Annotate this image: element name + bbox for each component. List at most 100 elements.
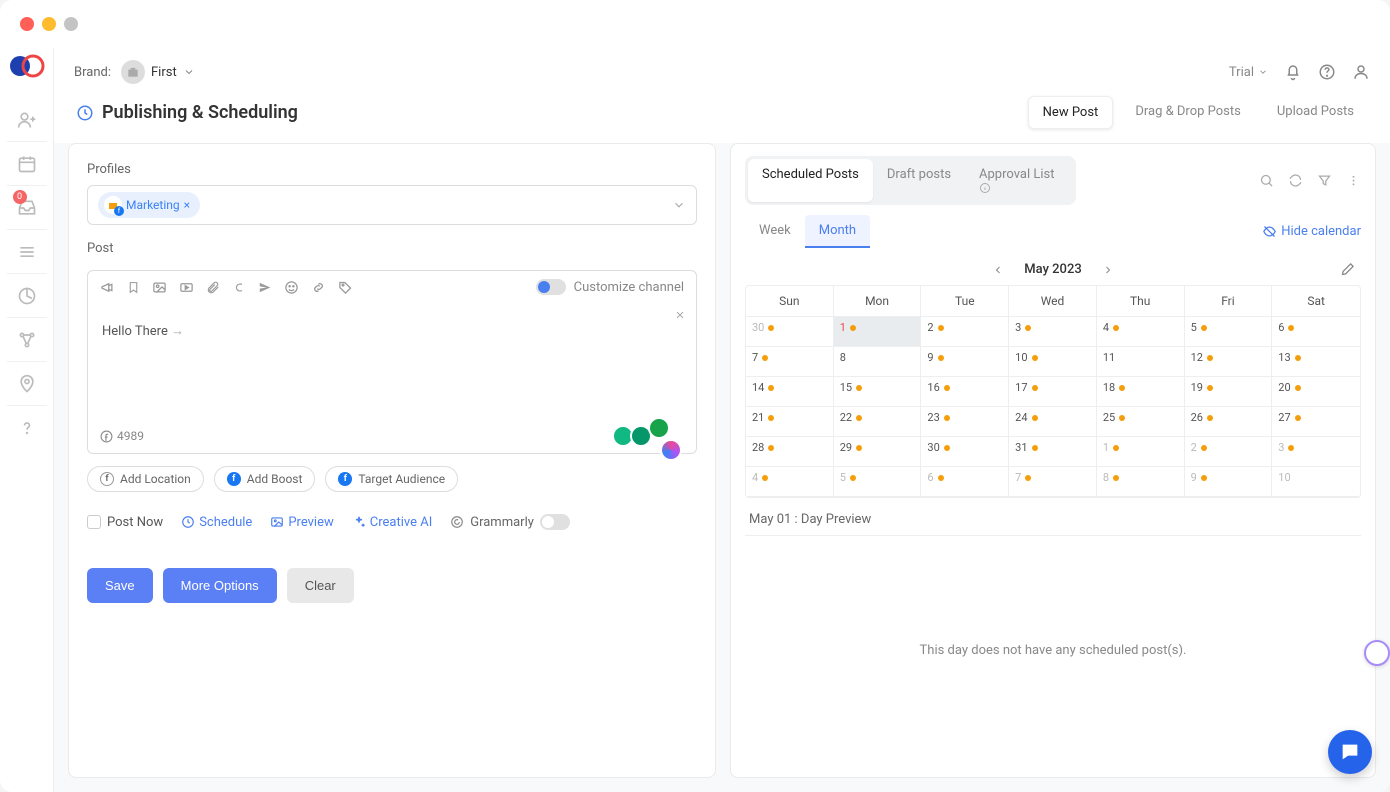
prev-month-button[interactable] — [992, 264, 1004, 276]
canva-icon[interactable] — [232, 280, 246, 295]
edit-calendar-icon[interactable] — [1340, 262, 1355, 277]
calendar-cell[interactable]: 2 — [921, 317, 1009, 347]
calendar-cell[interactable]: 31 — [1009, 437, 1097, 467]
calendar-cell[interactable]: 1 — [834, 317, 922, 347]
nav-calendar[interactable] — [7, 142, 47, 186]
nav-location[interactable] — [7, 362, 47, 406]
calendar-cell[interactable]: 22 — [834, 407, 922, 437]
calendar-cell[interactable]: 10 — [1272, 467, 1360, 497]
calendar-cell[interactable]: 13 — [1272, 347, 1360, 377]
post-now-checkbox[interactable]: Post Now — [87, 515, 163, 530]
calendar-cell[interactable]: 7 — [1009, 467, 1097, 497]
calendar-cell[interactable]: 11 — [1097, 347, 1185, 377]
video-icon[interactable] — [179, 280, 194, 295]
calendar-cell[interactable]: 5 — [834, 467, 922, 497]
calendar-cell[interactable]: 26 — [1185, 407, 1273, 437]
calendar-cell[interactable]: 21 — [746, 407, 834, 437]
clear-text-icon[interactable] — [674, 309, 686, 321]
profiles-select[interactable]: f Marketing × — [87, 185, 697, 225]
bell-icon[interactable] — [1284, 63, 1302, 81]
calendar-cell[interactable]: 8 — [834, 347, 922, 377]
calendar-cell[interactable]: 4 — [1097, 317, 1185, 347]
calendar-cell[interactable]: 12 — [1185, 347, 1273, 377]
nav-help[interactable] — [7, 406, 47, 450]
calendar-cell[interactable]: 16 — [921, 377, 1009, 407]
nav-analytics[interactable] — [7, 274, 47, 318]
assistant-icon-4[interactable] — [660, 439, 682, 461]
calendar-cell[interactable]: 6 — [1272, 317, 1360, 347]
save-button[interactable]: Save — [87, 568, 153, 603]
calendar-cell[interactable]: 25 — [1097, 407, 1185, 437]
calendar-cell[interactable]: 1 — [1097, 437, 1185, 467]
nav-inbox[interactable]: 0 — [7, 186, 47, 230]
hide-calendar-button[interactable]: Hide calendar — [1262, 224, 1361, 239]
send-icon[interactable] — [258, 280, 272, 295]
megaphone-icon[interactable] — [100, 280, 115, 295]
calendar-cell[interactable]: 17 — [1009, 377, 1097, 407]
tab-drag-drop[interactable]: Drag & Drop Posts — [1121, 96, 1255, 129]
customize-channel-toggle[interactable] — [536, 279, 566, 295]
chat-fab[interactable] — [1328, 730, 1372, 774]
maximize-window-button[interactable] — [64, 17, 78, 31]
link-icon[interactable] — [311, 280, 326, 295]
tab-draft-posts[interactable]: Draft posts — [873, 159, 965, 202]
calendar-cell[interactable]: 20 — [1272, 377, 1360, 407]
creative-ai-link[interactable]: Creative AI — [352, 515, 432, 530]
more-vert-icon[interactable] — [1346, 173, 1361, 188]
schedule-link[interactable]: Schedule — [181, 515, 252, 530]
trial-dropdown[interactable]: Trial — [1229, 65, 1268, 80]
calendar-cell[interactable]: 10 — [1009, 347, 1097, 377]
calendar-cell[interactable]: 29 — [834, 437, 922, 467]
calendar-cell[interactable]: 23 — [921, 407, 1009, 437]
calendar-cell[interactable]: 4 — [746, 467, 834, 497]
emoji-icon[interactable] — [284, 280, 299, 295]
calendar-cell[interactable]: 18 — [1097, 377, 1185, 407]
help-icon[interactable] — [1318, 63, 1336, 81]
calendar-cell[interactable]: 8 — [1097, 467, 1185, 497]
calendar-cell[interactable]: 2 — [1185, 437, 1273, 467]
editor-body[interactable]: Hello There → 4989 — [88, 303, 696, 453]
minimize-window-button[interactable] — [42, 17, 56, 31]
view-week-tab[interactable]: Week — [745, 215, 805, 248]
calendar-cell[interactable]: 15 — [834, 377, 922, 407]
more-options-button[interactable]: More Options — [163, 568, 277, 603]
calendar-cell[interactable]: 30 — [921, 437, 1009, 467]
user-icon[interactable] — [1352, 63, 1370, 81]
bookmark-icon[interactable] — [127, 280, 140, 295]
attachment-icon[interactable] — [206, 280, 220, 295]
assistant-icon-3[interactable] — [648, 417, 670, 439]
image-icon[interactable] — [152, 280, 167, 295]
next-month-button[interactable] — [1102, 264, 1114, 276]
calendar-cell[interactable]: 14 — [746, 377, 834, 407]
brand-selector[interactable]: First — [121, 60, 195, 84]
filter-icon[interactable] — [1317, 173, 1332, 188]
calendar-cell[interactable]: 9 — [921, 347, 1009, 377]
calendar-cell[interactable]: 24 — [1009, 407, 1097, 437]
tab-scheduled-posts[interactable]: Scheduled Posts — [748, 159, 873, 202]
tab-new-post[interactable]: New Post — [1028, 96, 1114, 129]
calendar-cell[interactable]: 3 — [1272, 437, 1360, 467]
close-window-button[interactable] — [20, 17, 34, 31]
add-location-chip[interactable]: f Add Location — [87, 466, 204, 492]
calendar-cell[interactable]: 3 — [1009, 317, 1097, 347]
clear-button[interactable]: Clear — [287, 568, 354, 603]
mini-assistant-fab[interactable] — [1364, 640, 1390, 666]
nav-graph[interactable] — [7, 318, 47, 362]
tab-approval-list[interactable]: Approval List — [965, 159, 1072, 202]
refresh-icon[interactable] — [1288, 173, 1303, 188]
view-month-tab[interactable]: Month — [805, 215, 870, 248]
calendar-cell[interactable]: 30 — [746, 317, 834, 347]
tag-icon[interactable] — [338, 280, 353, 295]
add-boost-chip[interactable]: f Add Boost — [214, 466, 316, 492]
calendar-cell[interactable]: 7 — [746, 347, 834, 377]
calendar-cell[interactable]: 9 — [1185, 467, 1273, 497]
nav-menu[interactable] — [7, 230, 47, 274]
profile-chip-marketing[interactable]: f Marketing × — [98, 192, 200, 218]
preview-link[interactable]: Preview — [270, 515, 333, 530]
target-audience-chip[interactable]: f Target Audience — [325, 466, 458, 492]
calendar-cell[interactable]: 6 — [921, 467, 1009, 497]
grammarly-toggle[interactable] — [540, 514, 570, 530]
profile-chip-remove[interactable]: × — [184, 198, 190, 212]
calendar-cell[interactable]: 27 — [1272, 407, 1360, 437]
calendar-cell[interactable]: 19 — [1185, 377, 1273, 407]
